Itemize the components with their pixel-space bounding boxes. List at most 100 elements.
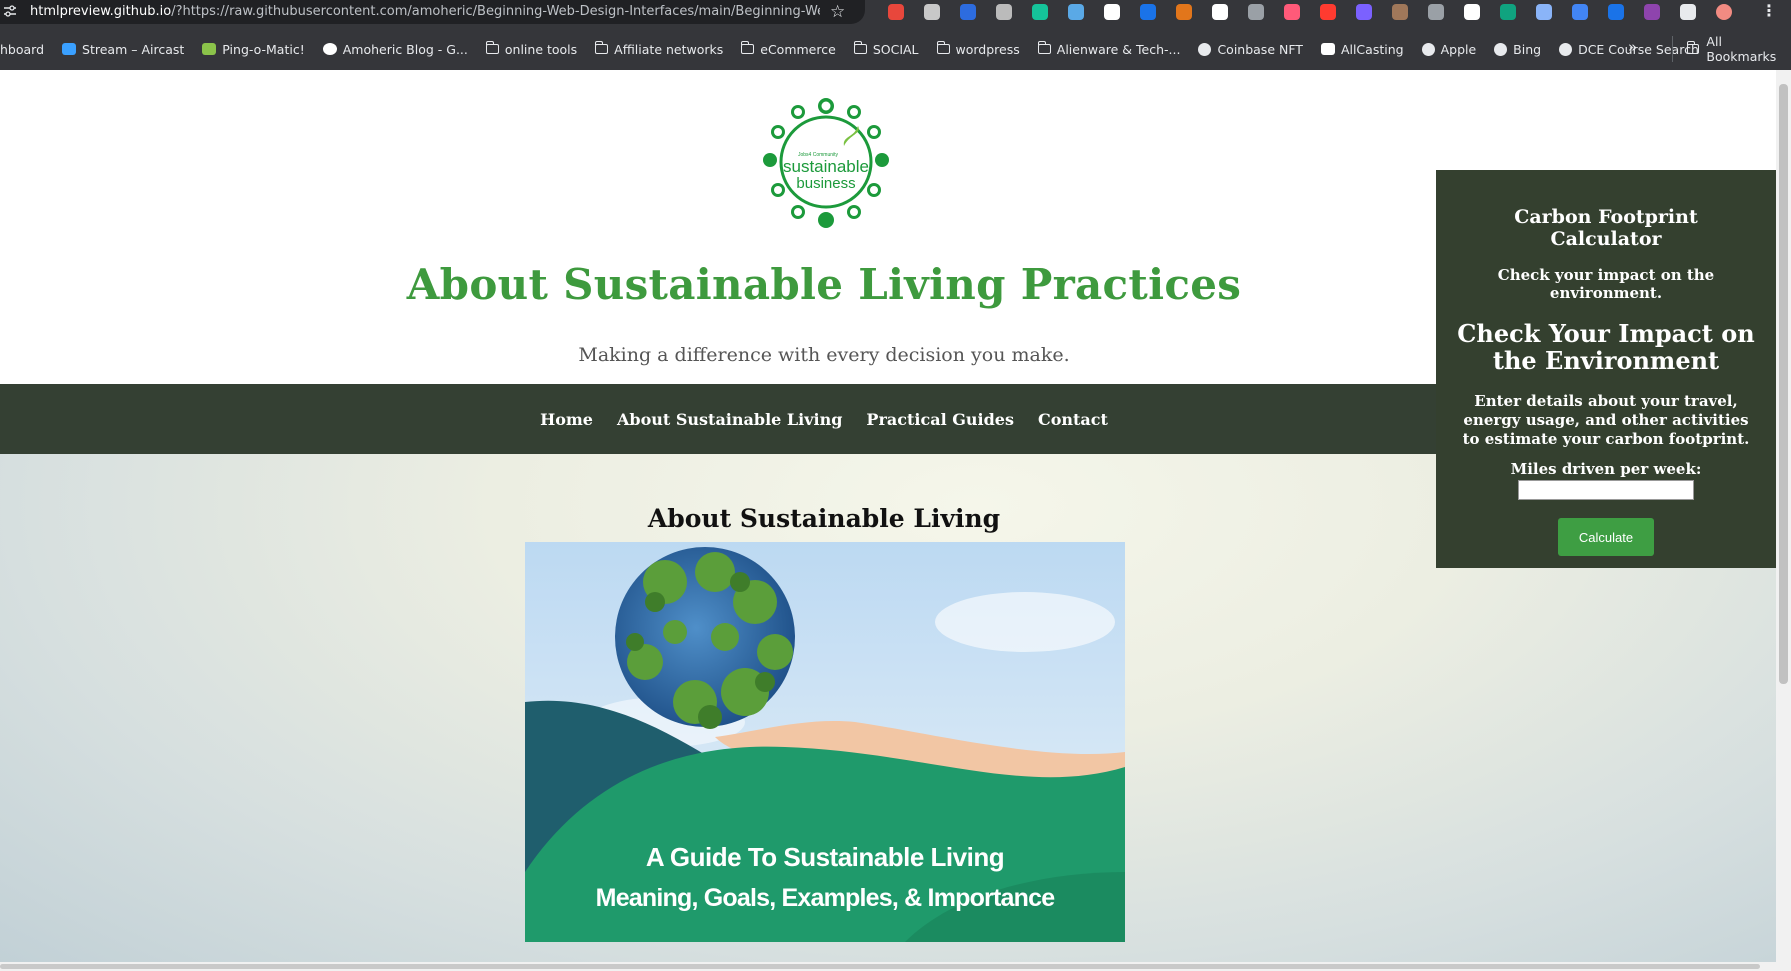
bookmark-label: Amoheric Blog - G... — [342, 41, 468, 57]
leaf-icon — [202, 43, 217, 55]
img-ext-icon[interactable] — [1238, 0, 1274, 24]
bookmark-item[interactable]: hboard — [0, 37, 53, 61]
bookmark-item[interactable]: Alienware & Tech-... — [1029, 37, 1190, 61]
puzzle-ext-icon[interactable] — [1670, 0, 1706, 24]
bookmark-item[interactable]: Affiliate networks — [586, 37, 732, 61]
globe-icon — [1494, 42, 1508, 56]
play-ext-icon[interactable] — [1094, 0, 1130, 24]
tag-ext-glyph — [1572, 4, 1588, 20]
bookmark-label: Coinbase NFT — [1217, 41, 1303, 57]
bookmark-item[interactable]: online tools — [477, 37, 586, 61]
nav-about[interactable]: About Sustainable Living — [617, 410, 842, 429]
wave-ext-glyph — [1536, 4, 1552, 20]
nav-practical-guides[interactable]: Practical Guides — [866, 410, 1014, 429]
camera-ext-icon[interactable] — [1274, 0, 1310, 24]
bookmark-item[interactable]: wordpress — [928, 37, 1029, 61]
bookmark-item[interactable]: AllCasting — [1312, 37, 1413, 61]
folder-icon — [485, 41, 499, 54]
ball-ext-icon[interactable] — [1310, 0, 1346, 24]
puzzle-ext-glyph — [1680, 4, 1696, 20]
tag-ext-icon[interactable] — [1562, 0, 1598, 24]
heart-ext-icon[interactable] — [1058, 0, 1094, 24]
bookmarks-bar: hboard Stream – Aircast Ping-o-Matic! Amohe… — [0, 36, 1791, 62]
miles-label: Miles driven per week: — [1510, 460, 1702, 478]
openai-ext-glyph — [924, 4, 940, 20]
google-icon — [322, 43, 337, 55]
address-bar[interactable]: htmlpreview.github.io/?https://raw.githu… — [0, 0, 865, 24]
cube-ext-glyph — [996, 4, 1012, 20]
n-ext-icon[interactable] — [1202, 0, 1238, 24]
square-ext-icon[interactable] — [1634, 0, 1670, 24]
bookmark-item[interactable]: eCommerce — [732, 37, 845, 61]
green-circle-ext-glyph — [1500, 4, 1516, 20]
sustainable-business-logo: Jobs4 Community sustainable business — [763, 98, 889, 228]
photo-ext-icon[interactable] — [1382, 0, 1418, 24]
profile-ext-icon[interactable] — [1706, 0, 1742, 24]
folder-icon — [595, 41, 609, 54]
horizontal-scrollbar[interactable] — [0, 962, 1776, 971]
cube-ext-icon[interactable] — [986, 0, 1022, 24]
bookmark-label: Bing — [1513, 41, 1542, 57]
bracket-ext-glyph — [1356, 4, 1372, 20]
openai-ext-icon[interactable] — [914, 0, 950, 24]
k-blue-ext-icon[interactable] — [950, 0, 986, 24]
k-ext-icon[interactable] — [878, 0, 914, 24]
all-bookmarks-button[interactable]: All Bookmarks — [1672, 34, 1791, 64]
bookmark-item[interactable]: SOCIAL — [845, 37, 928, 61]
bookmark-label: hboard — [0, 41, 45, 57]
globe-icon — [1421, 42, 1435, 56]
bookmark-item[interactable]: Stream – Aircast — [53, 37, 193, 61]
bookmark-label: Affiliate networks — [614, 41, 724, 57]
profile-ext-glyph — [1716, 4, 1732, 20]
grammarly-ext-icon[interactable] — [1022, 0, 1058, 24]
lock-ext-icon[interactable] — [1454, 0, 1490, 24]
nav-contact[interactable]: Contact — [1038, 410, 1108, 429]
bookmark-label: online tools — [504, 41, 578, 57]
folder-icon — [936, 41, 950, 54]
n-ext-glyph — [1212, 4, 1228, 20]
aircast-icon — [62, 43, 77, 55]
section-title: About Sustainable Living — [647, 504, 1001, 533]
bookmark-item[interactable]: Amoheric Blog - G... — [314, 37, 477, 61]
carbon-calculator-panel: Carbon Footprint Calculator Check your i… — [1436, 170, 1776, 568]
screen-ext-icon[interactable] — [1598, 0, 1634, 24]
site-settings-icon[interactable] — [4, 5, 16, 17]
logo-text-business: business — [796, 175, 855, 192]
url-host: htmlpreview.github.io — [30, 4, 172, 19]
extensions-toolbar — [878, 0, 1742, 24]
vertical-scrollbar-thumb[interactable] — [1779, 84, 1788, 684]
wave-ext-icon[interactable] — [1526, 0, 1562, 24]
k-blue-ext-glyph — [960, 4, 976, 20]
all-bookmarks-label: All Bookmarks — [1706, 34, 1777, 64]
bracket-ext-icon[interactable] — [1346, 0, 1382, 24]
bookmark-item[interactable]: Coinbase NFT — [1189, 37, 1312, 61]
url-text[interactable]: htmlpreview.github.io/?https://raw.githu… — [30, 4, 820, 19]
bookmark-item[interactable]: Apple — [1413, 37, 1486, 61]
more-bookmarks-icon[interactable]: » — [1628, 38, 1637, 56]
vertical-scrollbar[interactable] — [1776, 70, 1791, 971]
bookmark-label: SOCIAL — [872, 41, 919, 57]
bookmark-item[interactable]: Ping-o-Matic! — [193, 37, 313, 61]
eye-ext-icon[interactable] — [1418, 0, 1454, 24]
tagline: Making a difference with every decision … — [578, 344, 1070, 366]
ball-ext-glyph — [1320, 4, 1336, 20]
allcasting-icon — [1320, 43, 1335, 55]
browser-menu-icon[interactable]: ⋮ — [1761, 1, 1777, 20]
bookmark-item[interactable]: Bing — [1485, 37, 1550, 61]
calculate-button[interactable]: Calculate — [1558, 518, 1654, 556]
miles-input[interactable] — [1518, 480, 1694, 500]
calculator-heading: Carbon Footprint Calculator — [1514, 206, 1698, 250]
globe-icon — [1198, 42, 1212, 56]
bookmark-label: Stream – Aircast — [82, 41, 185, 57]
circle-blue-ext-icon[interactable] — [1130, 0, 1166, 24]
fox-ext-icon[interactable] — [1166, 0, 1202, 24]
horizontal-scrollbar-thumb[interactable] — [0, 964, 1760, 969]
hero-image: A Guide To Sustainable Living Meaning, G… — [525, 542, 1125, 942]
folder-icon — [741, 41, 755, 54]
green-circle-ext-icon[interactable] — [1490, 0, 1526, 24]
square-ext-glyph — [1644, 4, 1660, 20]
bookmark-star-icon[interactable]: ☆ — [830, 2, 845, 22]
nav-home[interactable]: Home — [540, 410, 593, 429]
globe-icon — [1559, 42, 1573, 56]
bookmark-label: wordpress — [955, 41, 1020, 57]
